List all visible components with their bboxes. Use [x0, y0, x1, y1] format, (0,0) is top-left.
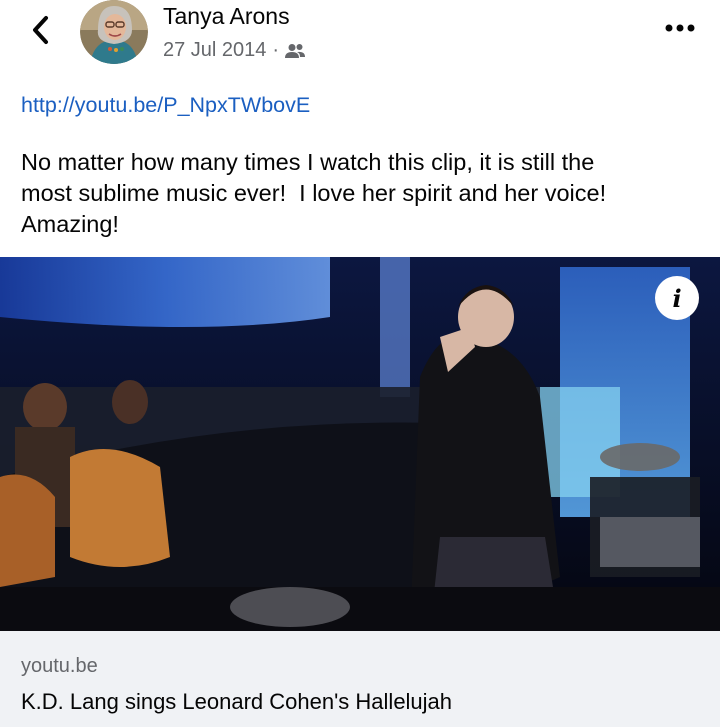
post-date[interactable]: 27 Jul 2014 [163, 39, 266, 62]
info-button[interactable]: i [655, 276, 699, 320]
chevron-left-icon [33, 16, 48, 44]
post-meta: 27 Jul 2014 · [163, 39, 306, 62]
link-preview-card[interactable]: youtu.be K.D. Lang sings Leonard Cohen's… [0, 631, 720, 727]
author-name[interactable]: Tanya Arons [163, 3, 290, 30]
more-options-button[interactable] [662, 14, 698, 42]
video-thumbnail[interactable] [0, 257, 720, 631]
link-title: K.D. Lang sings Leonard Cohen's Halleluj… [21, 689, 453, 714]
avatar[interactable] [80, 0, 148, 64]
post-header: Tanya Arons 27 Jul 2014 · [0, 0, 720, 80]
meta-separator: · [272, 39, 280, 61]
more-horizontal-icon [665, 24, 695, 32]
friends-icon[interactable] [285, 43, 306, 59]
post-link[interactable]: http://youtu.be/P_NpxTWbovE [21, 93, 310, 118]
link-domain: youtu.be [21, 655, 98, 677]
info-icon: i [672, 283, 682, 313]
post-text: No matter how many times I watch this cl… [21, 149, 607, 237]
back-button[interactable] [24, 12, 56, 48]
